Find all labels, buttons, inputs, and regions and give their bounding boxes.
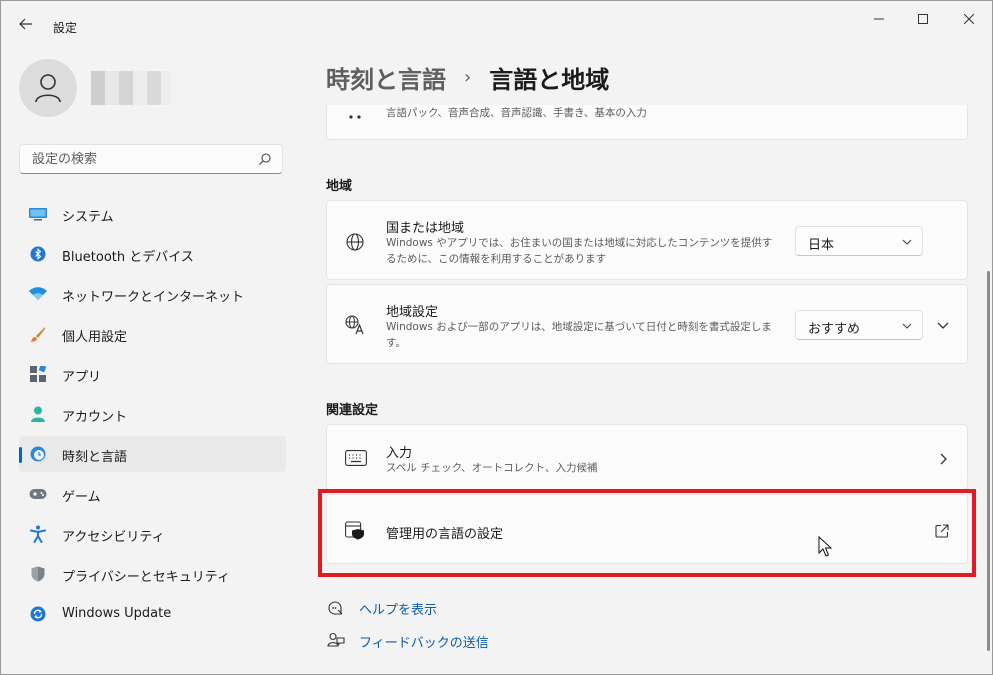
update-icon xyxy=(29,605,47,623)
sidebar-item-label: 時刻と言語 xyxy=(62,450,128,465)
sidebar-item-label: Bluetooth とデバイス xyxy=(62,250,194,265)
close-icon xyxy=(964,14,974,24)
regional-format-title: 地域設定 xyxy=(386,305,439,320)
sidebar-item-label: 個人用設定 xyxy=(62,330,128,345)
country-region-card: 国または地域 Windows やアプリでは、お住まいの国または地域に対応したコン… xyxy=(326,200,968,280)
help-icon xyxy=(326,598,346,618)
sidebar-item-accounts[interactable]: アカウント xyxy=(19,396,286,432)
sidebar-item-windows-update[interactable]: Windows Update xyxy=(19,596,286,632)
close-button[interactable] xyxy=(947,7,991,31)
apps-icon xyxy=(29,365,47,383)
help-link[interactable]: ヘルプを表示 xyxy=(326,598,437,618)
globe-icon xyxy=(345,232,365,252)
country-region-desc: Windows やアプリでは、お住まいの国または地域に対応したコンテンツを提供す… xyxy=(386,237,773,265)
expand-chevron-icon[interactable] xyxy=(935,317,951,333)
highlight-box xyxy=(318,489,976,577)
regional-format-dropdown[interactable]: おすすめ xyxy=(795,310,923,340)
app-title: 設定 xyxy=(53,21,78,35)
maximize-icon xyxy=(918,14,928,24)
search-input[interactable] xyxy=(30,151,254,168)
country-region-dropdown[interactable]: 日本 xyxy=(795,226,923,256)
country-region-value: 日本 xyxy=(808,238,835,253)
help-link-text[interactable]: ヘルプを表示 xyxy=(359,599,437,618)
more-dots-icon xyxy=(345,107,365,127)
vertical-scrollbar[interactable] xyxy=(987,271,990,651)
minimize-button[interactable] xyxy=(857,7,901,31)
sidebar-item-label: Windows Update xyxy=(62,606,172,621)
title-bar: 設定 xyxy=(1,1,992,43)
sidebar-item-label: プライバシーとセキュリティ xyxy=(62,570,230,585)
bluetooth-icon xyxy=(29,245,47,263)
back-arrow-icon xyxy=(19,18,32,30)
regional-format-value: おすすめ xyxy=(808,322,861,337)
sidebar-item-privacy[interactable]: プライバシーとセキュリティ xyxy=(19,556,286,592)
language-card[interactable]: 言語パック、音声合成、音声認識、手書き、基本の入力 xyxy=(326,105,968,140)
sidebar-item-system[interactable]: システム xyxy=(19,196,286,232)
sidebar-item-label: アプリ xyxy=(62,370,102,385)
person-icon xyxy=(35,74,61,103)
sidebar-item-personalization[interactable]: 個人用設定 xyxy=(19,316,286,352)
settings-window: 設定 システム Bluetooth とデバイス xyxy=(0,0,993,675)
minimize-icon xyxy=(874,18,884,20)
sidebar-item-gaming[interactable]: ゲーム xyxy=(19,476,286,512)
sidebar-item-apps[interactable]: アプリ xyxy=(19,356,286,392)
avatar[interactable] xyxy=(19,59,77,117)
keyboard-icon xyxy=(345,448,367,468)
page-title: 言語と地域 xyxy=(489,65,610,94)
feedback-icon xyxy=(326,631,346,651)
sidebar-item-label: システム xyxy=(62,210,114,225)
chevron-right-icon xyxy=(937,453,949,465)
regional-format-icon xyxy=(345,315,365,335)
network-icon xyxy=(29,285,47,303)
account-icon xyxy=(29,405,47,423)
breadcrumb-parent[interactable]: 時刻と言語 xyxy=(326,60,446,95)
shield-icon xyxy=(29,565,47,583)
maximize-button[interactable] xyxy=(901,7,945,31)
system-icon xyxy=(29,205,47,223)
sidebar-item-network[interactable]: ネットワークとインターネット xyxy=(19,276,286,312)
related-settings-heading: 関連設定 xyxy=(326,403,379,418)
accessibility-icon xyxy=(29,525,47,543)
profile-name-redacted xyxy=(91,71,171,105)
sidebar-item-label: アカウント xyxy=(62,410,128,425)
back-button[interactable] xyxy=(15,13,37,35)
mouse-cursor-icon xyxy=(818,536,833,557)
region-heading: 地域 xyxy=(326,179,353,194)
regional-format-card[interactable]: 地域設定 Windows および一部のアプリは、地域設定に基づいて日付と時刻を書… xyxy=(326,284,968,364)
feedback-link[interactable]: フィードバックの送信 xyxy=(326,631,489,651)
sidebar-item-time-language[interactable]: 時刻と言語 xyxy=(19,436,286,472)
sidebar-item-label: ゲーム xyxy=(62,490,101,505)
regional-format-desc: Windows および一部のアプリは、地域設定に基づいて日付と時刻を書式設定しま… xyxy=(386,321,772,349)
breadcrumb-separator: › xyxy=(464,66,472,88)
time-language-icon xyxy=(29,445,47,463)
chevron-down-icon xyxy=(902,239,912,245)
sidebar-item-label: ネットワークとインターネット xyxy=(62,290,245,305)
search-box[interactable] xyxy=(19,144,283,174)
sidebar-item-label: アクセシビリティ xyxy=(62,530,165,545)
typing-title: 入力 xyxy=(386,446,413,461)
sidebar-item-bluetooth[interactable]: Bluetooth とデバイス xyxy=(19,236,286,272)
feedback-link-text[interactable]: フィードバックの送信 xyxy=(359,632,489,651)
language-card-desc: 言語パック、音声合成、音声認識、手書き、基本の入力 xyxy=(386,107,647,119)
search-icon[interactable] xyxy=(258,152,272,166)
breadcrumb: 時刻と言語 › 言語と地域 xyxy=(326,59,609,95)
sidebar-item-accessibility[interactable]: アクセシビリティ xyxy=(19,516,286,552)
chevron-down-icon xyxy=(902,323,912,329)
brush-icon xyxy=(29,325,47,343)
gaming-icon xyxy=(29,485,47,503)
typing-card[interactable]: 入力 スペル チェック、オートコレクト、入力候補 xyxy=(326,424,968,490)
sidebar-nav: システム Bluetooth とデバイス ネットワークとインターネット 個人用設… xyxy=(19,196,286,636)
country-region-title: 国または地域 xyxy=(386,221,465,236)
typing-desc: スペル チェック、オートコレクト、入力候補 xyxy=(386,462,598,474)
